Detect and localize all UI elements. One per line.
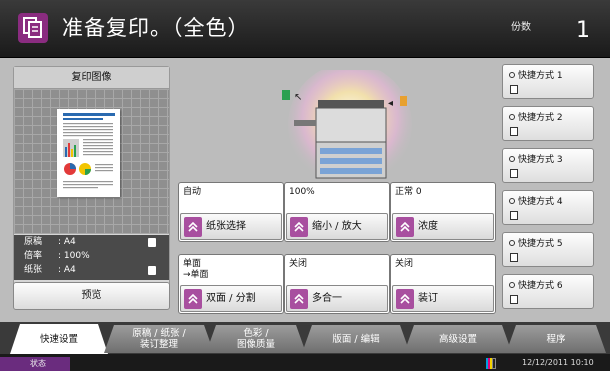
tab-bar: 快速设置 原稿 / 纸张 / 装订整理 色彩 / 图像质量 版面 / 编辑 高级… [0, 322, 610, 354]
status-bar: 状态 12/12/2011 10:10 [0, 354, 610, 371]
shortcut-6-button[interactable]: 快捷方式 6 [502, 274, 594, 309]
combine-button[interactable]: 多合一 [286, 285, 388, 312]
tab-label: 原稿 / 纸张 / 装订整理 [132, 328, 186, 350]
tab-label: 快速设置 [39, 333, 78, 345]
page-title: 准备复印。（全色） [62, 16, 250, 40]
shortcut-1-button[interactable]: 快捷方式 1 [502, 64, 594, 99]
shortcut-icon [510, 295, 518, 304]
info-key: 原稿 [24, 237, 43, 247]
duplex-value: 单面 →单面 [183, 259, 209, 280]
zoom-label: 缩小 / 放大 [312, 221, 362, 232]
duplex-group: 单面 →单面 双面 / 分割 [178, 254, 284, 314]
chevron-up-icon [184, 289, 202, 309]
svg-text:↖: ↖ [294, 92, 302, 103]
info-value: : 100% [58, 251, 90, 261]
combine-group: 关闭 多合一 [284, 254, 390, 314]
tab-label: 程序 [546, 333, 566, 345]
shortcut-label: 快捷方式 1 [518, 71, 563, 81]
shortcut-label: 快捷方式 2 [518, 113, 563, 123]
shortcut-label: 快捷方式 6 [518, 281, 563, 291]
tab-label: 高级设置 [438, 333, 477, 345]
info-value: : A4 [58, 237, 76, 247]
staple-value: 关闭 [395, 259, 414, 269]
copy-document-icon [18, 13, 48, 43]
zoom-group: 100% 缩小 / 放大 [284, 182, 390, 242]
zoom-value: 100% [289, 187, 315, 197]
shortcut-3-button[interactable]: 快捷方式 3 [502, 148, 594, 183]
shortcut-icon [510, 253, 518, 262]
paper-icon [148, 238, 156, 247]
chevron-up-icon [184, 217, 202, 237]
duplex-label: 双面 / 分割 [206, 293, 256, 304]
copies-label: 份数 [511, 22, 531, 33]
tab-layout-edit[interactable]: 版面 / 编辑 [302, 325, 410, 353]
info-key: 纸张 [24, 265, 43, 275]
tab-label: 版面 / 编辑 [332, 333, 380, 345]
chevron-up-icon [396, 217, 414, 237]
info-row-paper: 纸张 : A4 [24, 264, 169, 277]
tab-program[interactable]: 程序 [506, 325, 606, 353]
main-panel: 复印图像 原稿: A4 倍率: 100% 纸张: A4 预览 ↖ ◂ 自动… [0, 58, 610, 322]
svg-text:◂: ◂ [388, 98, 393, 109]
page-thumbnail [57, 109, 120, 197]
radio-icon [509, 72, 515, 78]
paper-selection-value: 自动 [183, 187, 202, 197]
radio-icon [509, 198, 515, 204]
zoom-button[interactable]: 缩小 / 放大 [286, 213, 388, 240]
datetime: 12/12/2011 10:10 [522, 358, 594, 367]
shortcut-label: 快捷方式 5 [518, 239, 563, 249]
duplex-button[interactable]: 双面 / 分割 [180, 285, 282, 312]
tab-quick-setup[interactable]: 快速设置 [10, 324, 108, 354]
chevron-up-icon [396, 289, 414, 309]
density-button[interactable]: 浓度 [392, 213, 494, 240]
shortcut-icon [510, 85, 518, 94]
tab-label: 色彩 / 图像质量 [236, 328, 275, 350]
shortcut-icon [510, 127, 518, 136]
radio-icon [509, 282, 515, 288]
mfp-machine-illustration: ↖ ◂ [280, 63, 420, 187]
staple-label: 装订 [418, 293, 438, 304]
density-label: 浓度 [418, 221, 438, 232]
preview-canvas [14, 89, 169, 234]
info-row-zoom: 倍率 : 100% [24, 250, 169, 263]
staple-button[interactable]: 装订 [392, 285, 494, 312]
shortcut-4-button[interactable]: 快捷方式 4 [502, 190, 594, 225]
shortcut-label: 快捷方式 4 [518, 197, 563, 207]
radio-icon [509, 156, 515, 162]
shortcut-2-button[interactable]: 快捷方式 2 [502, 106, 594, 141]
tab-color-image-quality[interactable]: 色彩 / 图像质量 [206, 325, 306, 353]
shortcut-icon [510, 169, 518, 178]
staple-group: 关闭 装订 [390, 254, 496, 314]
chevron-up-icon [290, 289, 308, 309]
shortcut-5-button[interactable]: 快捷方式 5 [502, 232, 594, 267]
density-value: 正常 0 [395, 187, 422, 197]
tab-advanced-setup[interactable]: 高级设置 [404, 325, 512, 353]
toner-level-icon [486, 358, 496, 369]
radio-icon [509, 114, 515, 120]
combine-value: 关闭 [289, 259, 308, 269]
info-row-original: 原稿 : A4 [24, 236, 169, 249]
preview-button[interactable]: 预览 [13, 282, 170, 310]
copies-value[interactable]: 1 [576, 18, 590, 43]
header-bar: 准备复印。（全色） 份数 1 [0, 0, 610, 58]
paper-selection-label: 纸张选择 [206, 221, 246, 232]
paper-selection-group: 自动 纸张选择 [178, 182, 284, 242]
combine-label: 多合一 [312, 293, 342, 304]
density-group: 正常 0 浓度 [390, 182, 496, 242]
preview-title: 复印图像 [14, 67, 169, 89]
shortcut-icon [510, 211, 518, 220]
copy-info: 原稿 : A4 倍率 : 100% 纸张 : A4 [14, 235, 169, 280]
chevron-up-icon [290, 217, 308, 237]
info-key: 倍率 [24, 251, 43, 261]
shortcut-label: 快捷方式 3 [518, 155, 563, 165]
info-value: : A4 [58, 265, 76, 275]
paper-tray-icon [148, 266, 156, 275]
copy-preview-panel: 复印图像 原稿: A4 倍率: 100% 纸张: A4 [13, 66, 170, 292]
status-button[interactable]: 状态 [0, 357, 70, 371]
tab-original-paper-finishing[interactable]: 原稿 / 纸张 / 装订整理 [104, 325, 214, 353]
paper-selection-button[interactable]: 纸张选择 [180, 213, 282, 240]
radio-icon [509, 240, 515, 246]
